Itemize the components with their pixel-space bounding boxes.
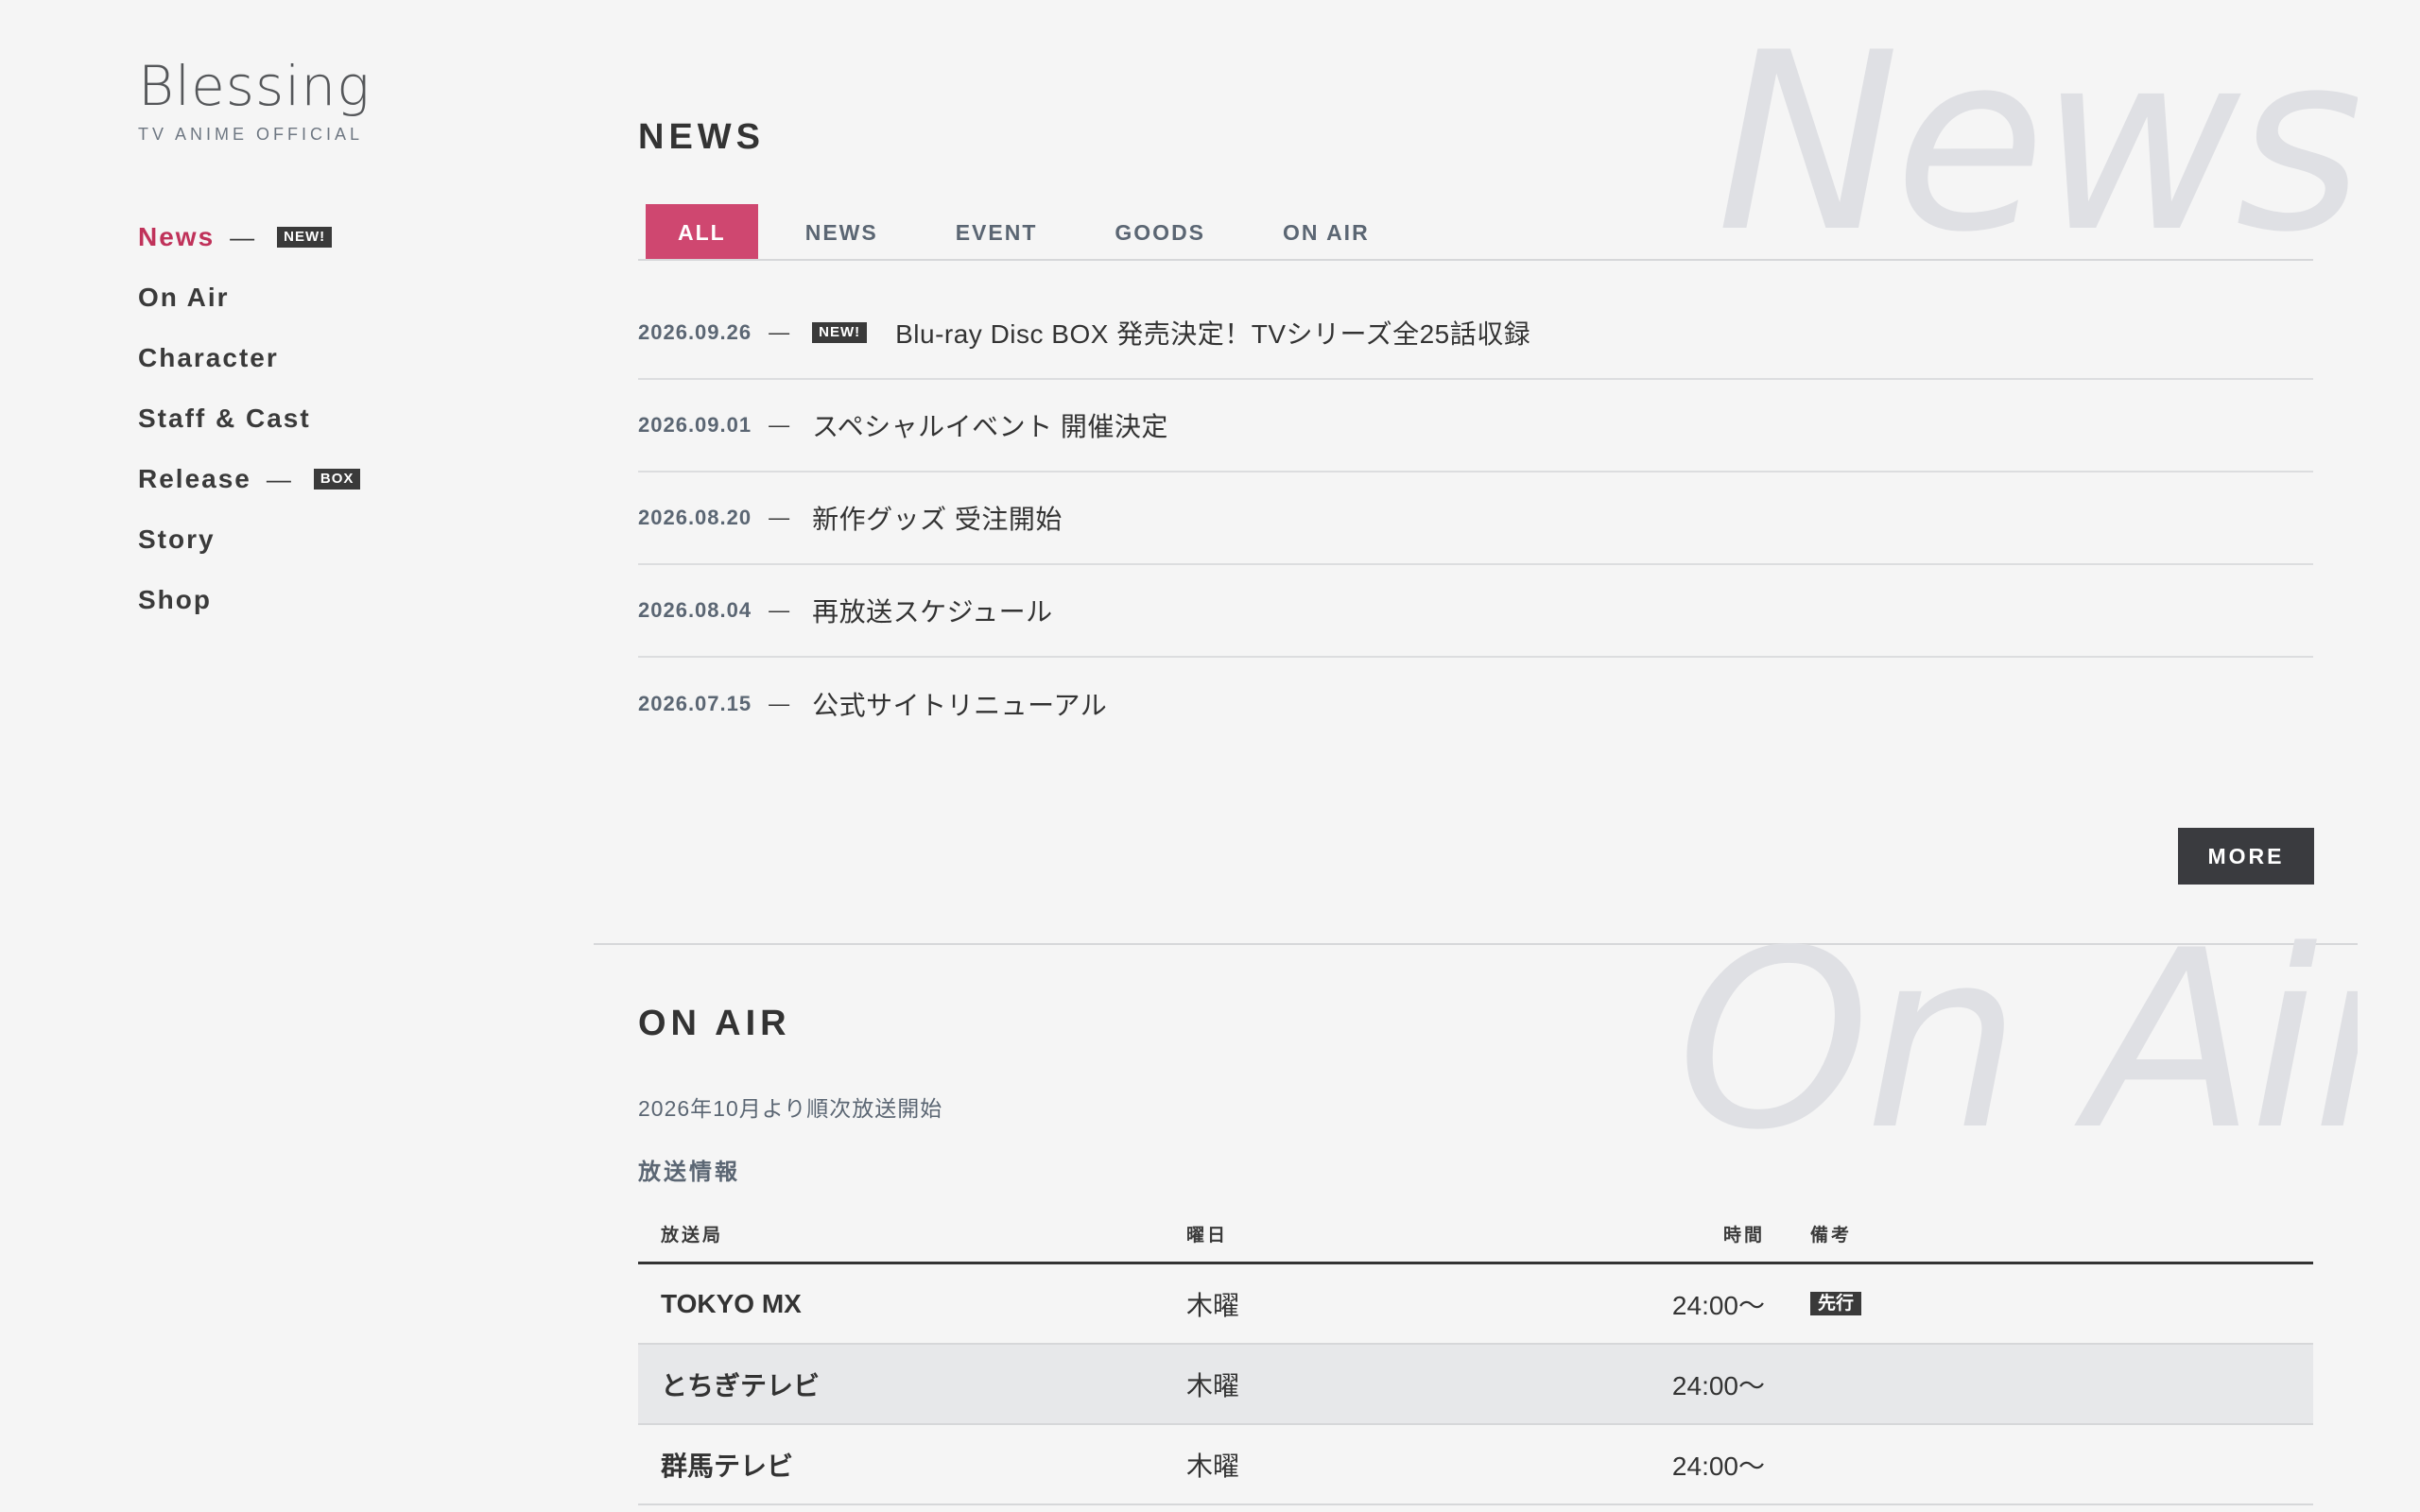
sidebar: Blessing TV ANIME OFFICIAL News — NEW! O… (138, 53, 478, 630)
nav-item-label: Release (138, 464, 251, 493)
news-section-title: NEWS (638, 117, 765, 157)
news-item[interactable]: 2026.07.15 — 公式サイトリニューアル (638, 658, 2313, 750)
broadcast-time: 24:00〜 (1671, 1370, 1765, 1400)
news-date: 2026.09.26 (638, 320, 752, 344)
logo-title[interactable]: Blessing (138, 53, 478, 119)
news-date: 2026.09.01 (638, 413, 752, 437)
new-badge: NEW! (812, 322, 868, 343)
tab-all[interactable]: ALL (646, 204, 758, 259)
broadcast-day: 木曜 (1186, 1290, 1240, 1320)
news-title[interactable]: 再放送スケジュール (812, 592, 1053, 629)
news-item[interactable]: 2026.08.04 — 再放送スケジュール (638, 565, 2313, 658)
col-note: 備考 (1810, 1226, 1853, 1246)
tab-event[interactable]: EVENT (925, 204, 1068, 259)
nav-item-label: News (138, 222, 216, 251)
nav-item-on-air[interactable]: On Air (138, 267, 478, 328)
news-title[interactable]: 公式サイトリニューアル (812, 685, 1107, 723)
preview-badge: 先行 (1810, 1291, 1862, 1315)
site-logo[interactable]: Blessing TV ANIME OFFICIAL (138, 53, 478, 145)
news-dash: — (769, 320, 790, 344)
tab-news[interactable]: NEWS (775, 204, 908, 259)
news-item[interactable]: 2026.09.26 — NEW! Blu-ray Disc BOX 発売決定！… (638, 287, 2313, 380)
main-content: News NEWS ALL NEWS EVENT GOODS ON AIR 20… (594, 0, 2358, 1512)
station-name: とちぎテレビ (661, 1370, 821, 1400)
news-item[interactable]: 2026.08.20 — 新作グッズ 受注開始 (638, 472, 2313, 565)
nav-item-label: Shop (138, 585, 212, 614)
nav-item-story[interactable]: Story (138, 509, 478, 570)
logo-subtitle: TV ANIME OFFICIAL (138, 125, 364, 144)
col-time: 時間 (1722, 1226, 1765, 1246)
news-date: 2026.08.04 (638, 598, 752, 622)
box-badge: BOX (313, 469, 361, 490)
section-divider (594, 943, 2358, 945)
nav-item-character[interactable]: Character (138, 328, 478, 388)
broadcast-time: 24:00〜 (1671, 1290, 1765, 1320)
news-dash: — (769, 506, 790, 529)
note-cell: 先行 (1765, 1291, 1862, 1315)
broadcast-day: 木曜 (1186, 1451, 1240, 1481)
station-name: TOKYO MX (661, 1288, 802, 1318)
tab-on-air[interactable]: ON AIR (1253, 204, 1400, 259)
news-title[interactable]: スペシャルイベント 開催決定 (812, 406, 1168, 444)
station-name: 群馬テレビ (661, 1451, 794, 1481)
news-date: 2026.07.15 (638, 692, 752, 715)
table-row: とちぎテレビ 木曜 24:00〜 (638, 1345, 2313, 1425)
nav-item-news[interactable]: News — NEW! (138, 207, 478, 267)
nav-item-staff-cast[interactable]: Staff & Cast (138, 388, 478, 449)
nav-item-label: Character (138, 343, 279, 372)
news-dash: — (769, 413, 790, 437)
news-title[interactable]: Blu-ray Disc BOX 発売決定！TVシリーズ全25話収録 (895, 314, 1530, 352)
table-row: TOKYO MX 木曜 24:00〜 先行 (638, 1264, 2313, 1345)
table-row: 群馬テレビ 木曜 24:00〜 (638, 1425, 2313, 1505)
broadcast-info-heading: 放送情報 (638, 1160, 740, 1185)
broadcast-table: 放送局 曜日 時間 備考 TOKYO MX 木曜 24:00〜 先行 とちぎテレ… (638, 1206, 2313, 1505)
news-dash: — (769, 692, 790, 715)
broadcast-day: 木曜 (1186, 1370, 1240, 1400)
new-badge: NEW! (277, 227, 333, 248)
table-header: 放送局 曜日 時間 備考 (638, 1206, 2313, 1264)
nav-item-label: Story (138, 524, 216, 554)
tab-goods[interactable]: GOODS (1084, 204, 1236, 259)
news-date: 2026.08.20 (638, 506, 752, 529)
news-item[interactable]: 2026.09.01 — スペシャルイベント 開催決定 (638, 380, 2313, 472)
main-nav: News — NEW! On Air Character Staff & Cas… (138, 207, 478, 630)
nav-item-label: Staff & Cast (138, 404, 311, 433)
nav-item-shop[interactable]: Shop (138, 570, 478, 630)
nav-item-label: On Air (138, 283, 230, 312)
col-station: 放送局 (661, 1226, 724, 1246)
nav-item-release[interactable]: Release — BOX (138, 449, 478, 509)
col-day: 曜日 (1186, 1226, 1229, 1246)
onair-watermark: On Air (1677, 919, 2358, 1136)
nav-dash: — (230, 222, 257, 251)
onair-lead-text: 2026年10月より順次放送開始 (638, 1096, 943, 1121)
news-list: 2026.09.26 — NEW! Blu-ray Disc BOX 発売決定！… (638, 287, 2313, 750)
broadcast-time: 24:00〜 (1671, 1451, 1765, 1481)
news-title[interactable]: 新作グッズ 受注開始 (812, 499, 1063, 537)
more-button[interactable]: MORE (2178, 828, 2314, 885)
onair-section-title: ON AIR (638, 1004, 791, 1043)
nav-dash: — (266, 464, 293, 493)
news-dash: — (769, 598, 790, 622)
news-category-tabs: ALL NEWS EVENT GOODS ON AIR (638, 204, 2313, 261)
